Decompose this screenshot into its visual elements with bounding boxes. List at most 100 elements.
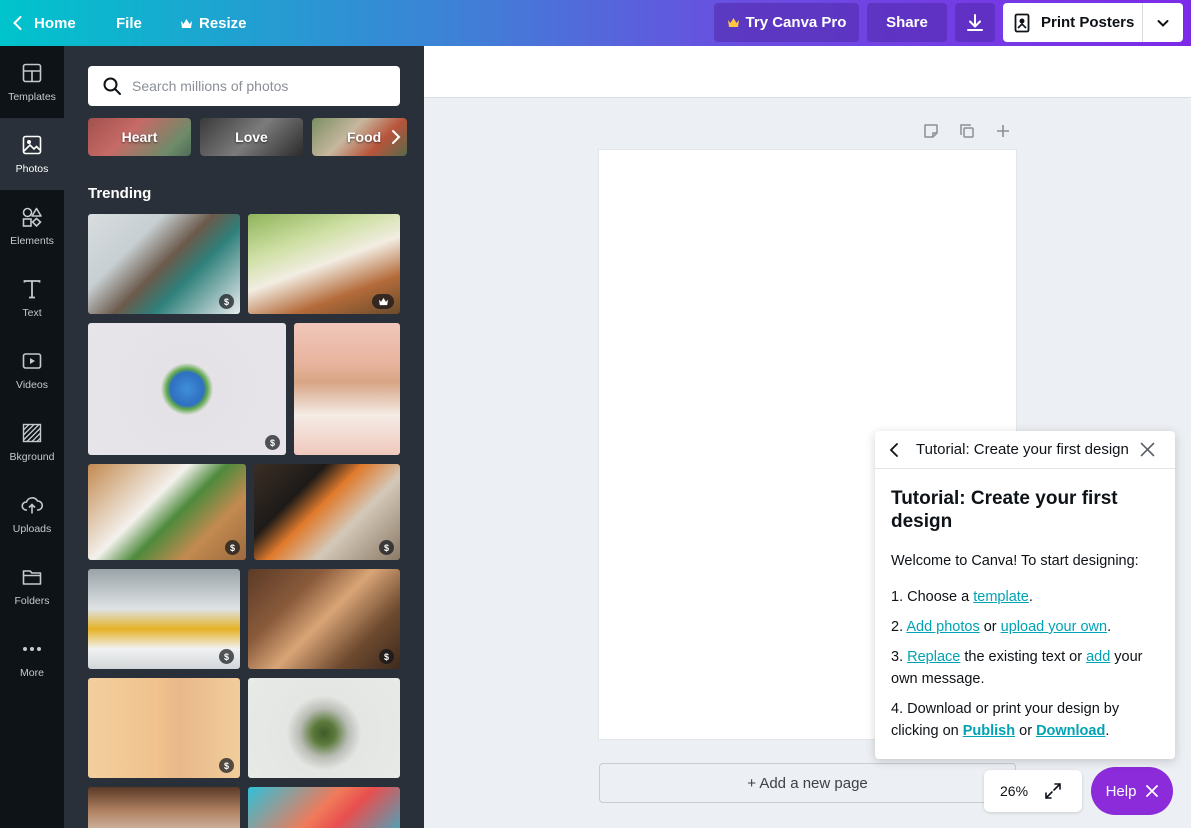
rail-label: Text (22, 306, 42, 319)
download-link[interactable]: Download (1036, 723, 1105, 739)
step-text: 3. (891, 649, 908, 665)
tutorial-step-2: 2. Add photos or upload your own. (891, 616, 1161, 638)
more-icon (23, 646, 41, 651)
rail-label: Bkground (9, 450, 55, 463)
photo-thumbnail[interactable] (88, 787, 240, 828)
rail-item-folders[interactable]: Folders (0, 550, 64, 622)
photo-thumbnail[interactable] (294, 323, 400, 455)
tutorial-header-title: Tutorial: Create your first design (916, 441, 1129, 458)
tutorial-step-3: 3. Replace the existing text or add your… (891, 646, 1161, 690)
try-canva-pro-button[interactable]: Try Canva Pro (714, 3, 859, 42)
photo-thumbnail[interactable]: $ (248, 569, 400, 669)
home-label: Home (34, 14, 76, 32)
photo-thumbnail[interactable]: $ (88, 323, 286, 455)
rail-label: More (20, 666, 44, 679)
rail-item-photos[interactable]: Photos (0, 118, 64, 190)
photos-panel: Heart Love Food Trending $ $ $ $ $ $ $ (64, 46, 424, 828)
rail-item-text[interactable]: Text (0, 262, 64, 334)
step-text: 1. Choose a (891, 589, 974, 605)
fullscreen-icon[interactable] (1044, 782, 1062, 800)
photo-thumbnail[interactable]: $ (88, 464, 246, 560)
step-text: or (979, 619, 1001, 635)
price-badge: $ (219, 758, 234, 773)
upload-your-own-link[interactable]: upload your own (1001, 619, 1107, 635)
note-icon (924, 124, 938, 138)
add-page-button[interactable] (994, 122, 1012, 140)
photo-thumbnail[interactable]: $ (88, 678, 240, 778)
elements-icon (22, 207, 42, 227)
file-menu-button[interactable]: File (116, 0, 142, 46)
print-poster-icon (1003, 13, 1041, 33)
add-link[interactable]: add (1086, 649, 1110, 665)
publish-link[interactable]: Publish (963, 723, 1015, 739)
photo-thumbnail[interactable]: $ (88, 214, 240, 314)
print-posters-button[interactable]: Print Posters (1003, 3, 1183, 42)
tutorial-step-1: 1. Choose a template. (891, 586, 1161, 608)
price-badge: $ (219, 649, 234, 664)
tutorial-intro: Welcome to Canva! To start designing: (891, 553, 1139, 569)
rail-item-videos[interactable]: Videos (0, 334, 64, 406)
category-chip-heart[interactable]: Heart (88, 118, 191, 156)
tutorial-step-4: 4. Download or print your design by clic… (891, 698, 1161, 742)
rail-label: Uploads (12, 522, 52, 535)
chevron-left-icon (13, 16, 22, 30)
photos-icon (22, 135, 42, 154)
text-icon (23, 279, 41, 298)
print-options-dropdown[interactable] (1143, 3, 1183, 42)
tutorial-header: Tutorial: Create your first design (875, 431, 1175, 469)
replace-link[interactable]: Replace (907, 649, 960, 665)
search-icon (103, 77, 121, 95)
plus-icon (997, 125, 1009, 137)
chip-label: Food (347, 129, 382, 145)
rail-item-uploads[interactable]: Uploads (0, 478, 64, 550)
step-text: . (1107, 619, 1112, 635)
download-button[interactable] (955, 3, 995, 42)
search-input[interactable] (132, 78, 382, 94)
step-text: . (1028, 589, 1033, 605)
left-nav-rail: Templates Photos Elements Text Videos Bk… (0, 46, 64, 828)
editor-toolbar (424, 46, 1191, 98)
rail-item-templates[interactable]: Templates (0, 46, 64, 118)
photo-search-box[interactable] (88, 66, 400, 106)
rail-item-elements[interactable]: Elements (0, 190, 64, 262)
photo-thumbnail[interactable] (248, 787, 400, 828)
background-icon (22, 423, 42, 442)
resize-button[interactable]: Resize (180, 0, 247, 46)
template-link[interactable]: template (973, 589, 1029, 605)
add-page-label: + Add a new page (747, 774, 868, 792)
download-icon (967, 13, 983, 31)
share-label: Share (886, 14, 928, 31)
photo-thumbnail[interactable] (248, 678, 400, 778)
crown-icon (378, 297, 388, 306)
pro-crown-badge (372, 294, 394, 309)
file-label: File (116, 14, 142, 32)
folders-icon (22, 569, 42, 585)
photo-thumbnail[interactable]: $ (254, 464, 400, 560)
uploads-icon (21, 496, 43, 513)
category-chip-love[interactable]: Love (200, 118, 303, 156)
close-icon (1140, 442, 1155, 457)
add-note-button[interactable] (922, 122, 940, 140)
rail-label: Folders (14, 594, 50, 607)
step-text: or (1015, 723, 1037, 739)
rail-label: Photos (15, 162, 49, 175)
zoom-control[interactable]: 26% (984, 770, 1082, 812)
tutorial-back-button[interactable] (887, 442, 901, 462)
add-new-page-button[interactable]: + Add a new page (599, 763, 1016, 803)
help-button[interactable]: Help (1091, 767, 1173, 815)
rail-item-background[interactable]: Bkground (0, 406, 64, 478)
add-photos-link[interactable]: Add photos (906, 619, 979, 635)
print-posters-label: Print Posters (1041, 14, 1135, 31)
trending-heading: Trending (88, 185, 152, 202)
share-button[interactable]: Share (867, 3, 947, 42)
rail-item-more[interactable]: More (0, 622, 64, 694)
duplicate-page-button[interactable] (958, 122, 976, 140)
crown-icon (181, 18, 192, 28)
photo-thumbnail[interactable]: $ (88, 569, 240, 669)
photo-thumbnail[interactable] (248, 214, 400, 314)
help-label: Help (1105, 782, 1137, 800)
close-icon (1146, 785, 1159, 797)
home-button[interactable]: Home (10, 0, 76, 46)
tutorial-close-button[interactable] (1140, 442, 1155, 461)
chips-next-button[interactable] (384, 118, 408, 156)
